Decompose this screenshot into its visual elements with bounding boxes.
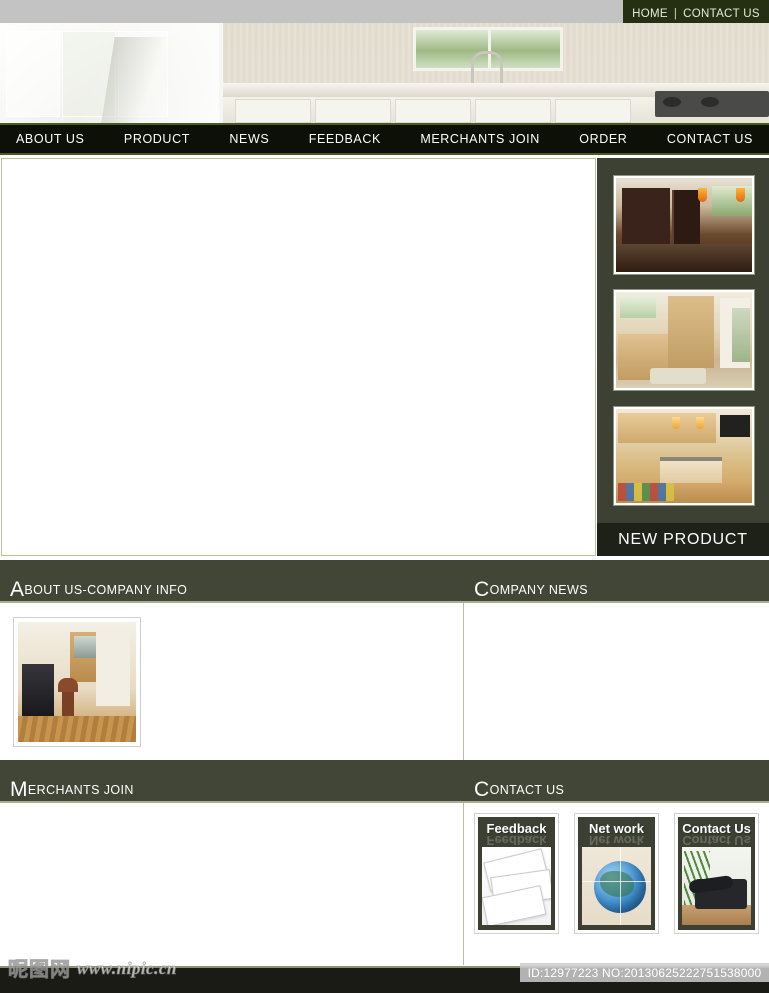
dark-cabinet-kitchen-image [616,178,752,272]
grid-line-vertical [620,847,621,925]
cabinet-door [555,99,631,123]
cabinet-door [315,99,391,123]
panel-about-header: About us-company info [0,560,464,603]
contact-card-network-title: Net work [589,821,644,836]
panel-about-initial: A [10,578,25,601]
hero-right-image [223,23,769,123]
image-id-badge: ID:12977223 NO:20130625222751538000 [520,963,769,982]
doorway [96,626,130,706]
panel-contact-header: Contact us [464,760,769,803]
topbar-home-link[interactable]: HOME [632,8,668,20]
panel-contact-body: Feedback Feedback Net work Net work Cont… [464,803,769,965]
contact-card-network-inner: Net work Net work [578,817,655,930]
contact-card-feedback-title: Feedback [486,821,547,836]
pendant-lamp [696,417,704,429]
cabinet-door [395,99,471,123]
panel-merchants-title: erchants join [27,783,134,797]
contact-card-contact-us-inner: Contact Us Contact Us [678,817,755,930]
nav-item-merchants-join[interactable]: MERCHANTS JOIN [404,132,556,146]
hero-banner [0,23,769,123]
pendant-lamp [698,188,707,202]
new-product-sidebar: NEW PRODUCT [597,158,769,556]
panel-merchants-body [0,803,464,965]
panel-news-header: Company news [464,560,769,603]
new-product-thumb-3[interactable] [613,406,755,506]
contact-card-feedback[interactable]: Feedback Feedback [474,813,559,934]
contact-card-feedback-title-reflection: Feedback [486,836,547,845]
panel-contact-title: ontact us [489,783,565,797]
contact-card-feedback-inner: Feedback Feedback [478,817,555,930]
faucet-icon [471,51,503,84]
panel-merchants-join: Merchants join [0,760,464,965]
pendant-lamp [736,188,745,202]
contact-card-contact-us-title-reflection: Contact Us [682,836,751,845]
globe-photo [582,847,651,925]
contact-cards: Feedback Feedback Net work Net work Cont… [474,813,759,934]
nav-item-product[interactable]: PRODUCT [108,132,206,146]
nav-item-contact-us[interactable]: CONTACT US [651,132,769,146]
light-wood-vanity-image [616,292,752,388]
contact-card-contact-us[interactable]: Contact Us Contact Us [674,813,759,934]
panel-merchants-header: Merchants join [0,760,464,803]
nav-item-feedback[interactable]: FEEDBACK [293,132,397,146]
window [620,296,656,318]
contact-card-contact-us-title: Contact Us [682,821,751,836]
cabinet-door [475,99,551,123]
main-content-area [1,158,596,556]
topbar-separator: | [673,7,678,20]
dark-cabinetry [622,188,670,248]
television [720,415,750,437]
main-navigation: ABOUT US PRODUCT NEWS FEEDBACK MERCHANTS… [0,123,769,155]
desk-phone-photo [682,847,751,925]
window-pane-left [6,31,60,117]
topbar-contact-link[interactable]: CONTACT US [683,8,760,20]
about-us-photo-image [18,622,136,742]
envelopes-photo [482,847,551,925]
content-stage: NEW PRODUCT [0,158,769,556]
new-product-thumb-1[interactable] [613,175,755,275]
panel-news-title: ompany news [489,583,588,597]
panel-about-us: About us-company info [0,560,464,760]
nav-item-about-us[interactable]: ABOUT US [0,132,100,146]
panel-news-initial: C [474,578,490,601]
refrigerator [672,190,700,246]
contact-card-network[interactable]: Net work Net work [574,813,659,934]
television [22,664,54,720]
colorful-rug [618,483,674,501]
nav-item-order[interactable]: ORDER [563,132,643,146]
hero-left-image [0,23,223,123]
kitchen-island [616,244,752,272]
window [712,186,752,216]
panels-grid: About us-company info Company news Merch… [0,560,769,965]
panel-about-title: bout us-company info [24,583,188,597]
nav-item-news[interactable]: NEWS [213,132,285,146]
hanging-towel [732,308,750,362]
panel-company-news: Company news [464,560,769,760]
grid-line-horizontal [582,881,651,882]
tall-cabinet [668,296,714,368]
gas-cooktop [655,91,769,117]
panel-merchants-initial: M [10,778,28,801]
pendant-lamp [672,417,680,429]
floor-rug [650,368,706,384]
new-product-thumb-2[interactable] [613,289,755,391]
about-us-photo[interactable] [13,617,141,747]
new-product-title: NEW PRODUCT [597,523,769,556]
panel-about-body [0,603,464,760]
bar-stool [58,678,78,720]
panel-contact-initial: C [474,778,490,801]
panel-contact-us: Contact us Feedback Feedback [464,760,769,965]
contact-card-network-title-reflection: Net work [589,836,644,845]
panel-news-body [464,603,769,760]
cabinet-door [235,99,311,123]
hardwood-floor [18,716,136,742]
maple-island-kitchen-image [616,409,752,503]
